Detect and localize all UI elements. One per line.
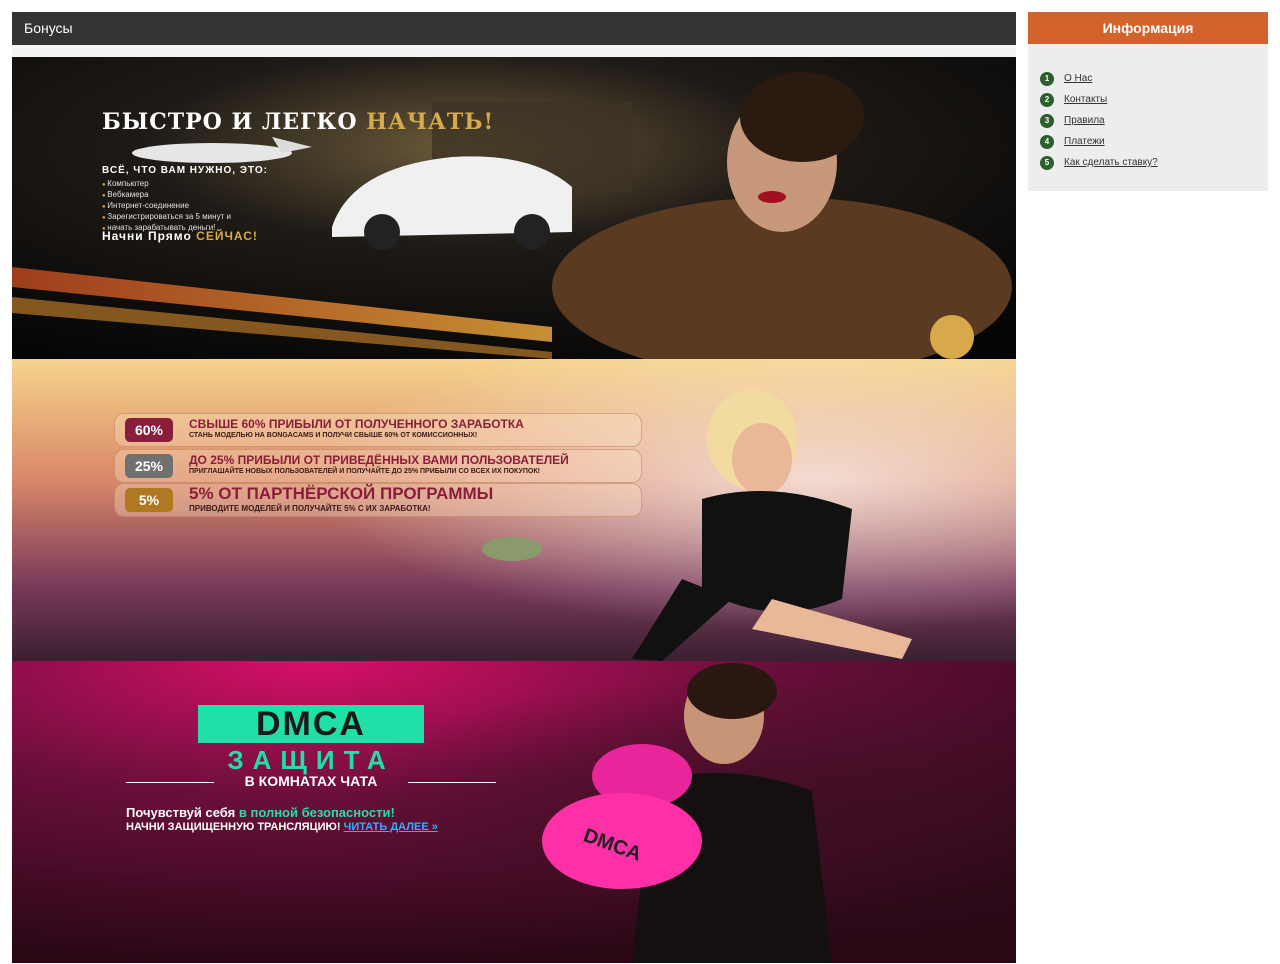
- banner-start[interactable]: БЫСТРО И ЛЕГКО НАЧАТЬ! ВСЁ, ЧТО ВАМ НУЖН…: [12, 57, 1016, 359]
- money-fan-image: [482, 537, 542, 561]
- percent-badge: 60%: [125, 418, 173, 442]
- sidebar-item-about[interactable]: 1 О Нас: [1040, 68, 1268, 89]
- safety-text-green: в полной безопасности!: [238, 805, 395, 820]
- banner-start-title: БЫСТРО И ЛЕГКО НАЧАТЬ!: [102, 109, 494, 135]
- bonus-row: 60% СВЫШЕ 60% ПРИБЫЛИ ОТ ПОЛУЧЕННОГО ЗАР…: [114, 413, 642, 447]
- banner-profit[interactable]: 60% СВЫШЕ 60% ПРИБЫЛИ ОТ ПОЛУЧЕННОГО ЗАР…: [12, 359, 1016, 661]
- percent-badge: 5%: [125, 488, 173, 512]
- start-text: НАЧНИ ЗАЩИЩЕННУЮ ТРАНСЛЯЦИЮ! ЧИТАТЬ ДАЛЕ…: [126, 821, 438, 833]
- bonus-subtitle: ПРИВОДИТЕ МОДЕЛЕЙ И ПОЛУЧАЙТЕ 5% С ИХ ЗА…: [189, 504, 431, 513]
- sidebar-item-contacts[interactable]: 2 Контакты: [1040, 89, 1268, 110]
- number-badge: 4: [1040, 134, 1054, 149]
- list-item: Компьютер: [102, 179, 231, 190]
- sidebar-link[interactable]: О Нас: [1064, 73, 1092, 84]
- percent-badge: 25%: [125, 454, 173, 478]
- dmca-logo: DMCA: [198, 705, 424, 743]
- bonus-title: ДО 25% ПРИБЫЛИ ОТ ПРИВЕДЁННЫХ ВАМИ ПОЛЬЗ…: [189, 453, 569, 467]
- sidebar-item-payments[interactable]: 4 Платежи: [1040, 131, 1268, 152]
- list-item: Интернет-соединение: [102, 201, 231, 212]
- number-badge: 2: [1040, 92, 1054, 107]
- cta-white-part: Начни Прямо: [102, 229, 192, 243]
- section-title: Бонусы: [12, 12, 1016, 45]
- list-item: Зарегистрироваться за 5 минут и: [102, 212, 231, 223]
- sidebar-link[interactable]: Как сделать ставку?: [1064, 157, 1158, 168]
- sidebar-link[interactable]: Правила: [1064, 115, 1105, 126]
- start-text-label: НАЧНИ ЗАЩИЩЕННУЮ ТРАНСЛЯЦИЮ!: [126, 821, 341, 833]
- logo-icon: [930, 315, 974, 359]
- number-badge: 1: [1040, 71, 1054, 86]
- banner-start-cta: Начни Прямо СЕЙЧАС!: [102, 229, 258, 243]
- sidebar-item-rules[interactable]: 3 Правила: [1040, 110, 1268, 131]
- bonus-title: СВЫШЕ 60% ПРИБЫЛИ ОТ ПОЛУЧЕННОГО ЗАРАБОТ…: [189, 417, 524, 431]
- sidebar-link[interactable]: Платежи: [1064, 136, 1105, 147]
- sidebar-item-how-to-bet[interactable]: 5 Как сделать ставку?: [1040, 152, 1268, 173]
- title-white-part: БЫСТРО И ЛЕГКО: [102, 109, 358, 135]
- protection-title: ЗАЩИТА: [227, 745, 395, 775]
- main-content: Бонусы БЫСТРО И ЛЕГКО НАЧАТЬ! ВСЁ, ЧТО В…: [12, 12, 1016, 963]
- title-gold-part: НАЧАТЬ!: [366, 109, 495, 135]
- bonus-row: 25% ДО 25% ПРИБЫЛИ ОТ ПРИВЕДЁННЫХ ВАМИ П…: [114, 449, 642, 483]
- banner-dmca[interactable]: DMCA DMCA ЗАЩИТА В КОМНАТАХ ЧАТА Почувст…: [12, 661, 1016, 963]
- banner-start-subtitle: ВСЁ, ЧТО ВАМ НУЖНО, ЭТО:: [102, 165, 268, 176]
- bonus-row: 5% 5% ОТ ПАРТНЁРСКОЙ ПРОГРАММЫ ПРИВОДИТЕ…: [114, 483, 642, 517]
- safety-text: Почувствуй себя в полной безопасности!: [126, 805, 395, 820]
- safety-text-white: Почувствуй себя: [126, 805, 236, 820]
- sidebar-list: 1 О Нас 2 Контакты 3 Правила 4 Платежи 5…: [1028, 44, 1268, 173]
- number-badge: 5: [1040, 155, 1054, 170]
- sidebar-link[interactable]: Контакты: [1064, 94, 1107, 105]
- sidebar-info: Информация 1 О Нас 2 Контакты 3 Правила …: [1028, 12, 1268, 191]
- sidebar-title: Информация: [1028, 12, 1268, 44]
- bonus-subtitle: ПРИГЛАШАЙТЕ НОВЫХ ПОЛЬЗОВАТЕЛЕЙ И ПОЛУЧА…: [189, 468, 540, 475]
- rooms-subtitle: В КОМНАТАХ ЧАТА: [126, 773, 496, 789]
- bonus-subtitle: СТАНЬ МОДЕЛЬЮ НА BONGACAMS И ПОЛУЧИ СВЫШ…: [189, 432, 478, 439]
- cta-gold-part: СЕЙЧАС!: [196, 229, 258, 243]
- number-badge: 3: [1040, 113, 1054, 128]
- bonus-title: 5% ОТ ПАРТНЁРСКОЙ ПРОГРАММЫ: [189, 484, 494, 503]
- header-divider: [12, 45, 1016, 57]
- list-item: Вебкамера: [102, 190, 231, 201]
- requirements-list: Компьютер Вебкамера Интернет-соединение …: [102, 179, 231, 234]
- read-more-link[interactable]: ЧИТАТЬ ДАЛЕЕ »: [344, 821, 438, 833]
- jet-image: [132, 143, 292, 163]
